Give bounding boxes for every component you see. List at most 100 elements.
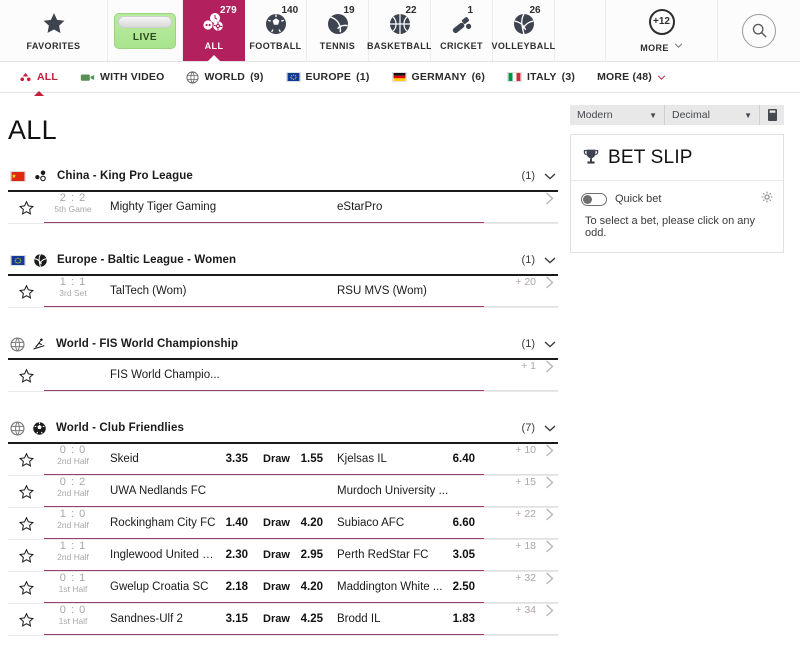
open-match-chevron[interactable] xyxy=(540,604,558,635)
extra-markets-count[interactable]: + 15 xyxy=(484,476,540,507)
open-match-chevron[interactable] xyxy=(540,192,558,223)
chevron-down-icon[interactable] xyxy=(544,172,556,180)
away-odd-cell[interactable]: Maddington White ... 2.50 xyxy=(329,572,484,603)
live-button[interactable]: LIVE xyxy=(114,12,176,49)
favorite-star-icon[interactable] xyxy=(18,548,35,564)
open-match-chevron[interactable] xyxy=(540,508,558,539)
draw-odd-cell[interactable]: Draw 4.20 xyxy=(257,508,329,539)
nav-item-favorites[interactable]: FAVORITES xyxy=(0,0,108,61)
favorite-toggle[interactable] xyxy=(8,548,44,564)
away-odd-cell[interactable]: Murdoch University ... xyxy=(329,476,484,507)
league-header[interactable]: Europe - Baltic League - Women (1) xyxy=(8,246,558,276)
match-row[interactable]: 0 : 2 2nd Half UWA Nedlands FC Murdoch Univ… xyxy=(8,476,558,508)
nav-item-more[interactable]: +12 MORE xyxy=(606,0,718,61)
draw-odd-cell[interactable]: Draw 1.55 xyxy=(257,444,329,475)
match-row[interactable]: 2 : 2 5th Game Mighty Tiger Gaming eStarPro xyxy=(8,192,558,224)
extra-markets-count[interactable]: + 1 xyxy=(484,360,540,391)
home-odd-cell[interactable]: UWA Nedlands FC xyxy=(102,476,257,507)
away-odd-cell[interactable]: Perth RedStar FC 3.05 xyxy=(329,540,484,571)
nav-item-basketball[interactable]: 22 BASKETBALL xyxy=(367,0,432,61)
open-match-chevron[interactable] xyxy=(540,540,558,571)
filter-item-with-video[interactable]: WITH VIDEO xyxy=(69,62,175,92)
extra-markets-count[interactable]: + 20 xyxy=(484,276,540,307)
favorite-star-icon[interactable] xyxy=(18,612,35,628)
match-row[interactable]: 0 : 1 1st Half Gwelup Croatia SC 2.18 Draw 4.… xyxy=(8,572,558,604)
open-match-chevron[interactable] xyxy=(540,276,558,307)
draw-odd-cell[interactable] xyxy=(257,192,329,223)
filter-item-world[interactable]: WORLD (9) xyxy=(175,62,274,92)
away-odd-cell[interactable] xyxy=(329,360,484,391)
draw-odd-cell[interactable]: Draw 4.20 xyxy=(257,572,329,603)
chevron-right-icon[interactable] xyxy=(545,604,554,617)
league-header[interactable]: World - Club Friendlies (7) xyxy=(8,414,558,444)
home-odd-cell[interactable]: TalTech (Wom) xyxy=(102,276,257,307)
chevron-down-icon[interactable] xyxy=(544,340,556,348)
nav-item-volleyball[interactable]: 26 VOLLEYBALL xyxy=(492,0,555,61)
chevron-right-icon[interactable] xyxy=(545,444,554,457)
filter-item-germany[interactable]: GERMANY (6) xyxy=(381,62,497,92)
draw-odd-cell[interactable] xyxy=(257,476,329,507)
nav-item-football[interactable]: 140 FOOTBALL xyxy=(245,0,307,61)
away-odd-cell[interactable]: Subiaco AFC 6.60 xyxy=(329,508,484,539)
open-match-chevron[interactable] xyxy=(540,444,558,475)
extra-markets-count[interactable]: + 10 xyxy=(484,444,540,475)
open-match-chevron[interactable] xyxy=(540,572,558,603)
match-row[interactable]: 1 : 1 3rd Set TalTech (Wom) RSU MVS (Wom) + … xyxy=(8,276,558,308)
match-row[interactable]: 0 : 0 2nd Half Skeid 3.35 Draw 1.55 Kjelsas IL… xyxy=(8,444,558,476)
match-row[interactable]: 1 : 0 2nd Half Rockingham City FC 1.40 Draw 4… xyxy=(8,508,558,540)
draw-odd-cell[interactable] xyxy=(257,276,329,307)
open-match-chevron[interactable] xyxy=(540,360,558,391)
chevron-down-icon[interactable] xyxy=(544,424,556,432)
league-header[interactable]: China - King Pro League (1) xyxy=(8,162,558,192)
filter-item-more[interactable]: MORE (48) xyxy=(586,62,677,92)
chevron-right-icon[interactable] xyxy=(545,540,554,553)
match-row[interactable]: 1 : 1 2nd Half Inglewood United SC 2.30 Draw… xyxy=(8,540,558,572)
home-odd-cell[interactable]: Inglewood United SC 2.30 xyxy=(102,540,257,571)
favorite-toggle[interactable] xyxy=(8,612,44,628)
quick-bet-toggle[interactable] xyxy=(581,192,607,206)
away-odd-cell[interactable]: Brodd IL 1.83 xyxy=(329,604,484,635)
favorite-star-icon[interactable] xyxy=(18,452,35,468)
favorite-toggle[interactable] xyxy=(8,484,44,500)
chevron-right-icon[interactable] xyxy=(545,276,554,289)
extra-markets-count[interactable]: + 22 xyxy=(484,508,540,539)
nav-item-all[interactable]: 279 ALL xyxy=(183,0,245,62)
away-odd-cell[interactable]: Kjelsas IL 6.40 xyxy=(329,444,484,475)
chevron-right-icon[interactable] xyxy=(545,476,554,489)
gear-icon[interactable] xyxy=(761,190,773,208)
favorite-toggle[interactable] xyxy=(8,516,44,532)
favorite-toggle[interactable] xyxy=(8,580,44,596)
odds-format-select[interactable]: Decimal ▼ xyxy=(665,105,760,125)
favorite-toggle[interactable] xyxy=(8,368,44,384)
filter-item-all[interactable]: ALL xyxy=(8,62,69,96)
chevron-right-icon[interactable] xyxy=(545,508,554,521)
filter-item-italy[interactable]: ITALY (3) xyxy=(496,62,586,92)
draw-odd-cell[interactable]: Draw 4.25 xyxy=(257,604,329,635)
home-odd-cell[interactable]: FIS World Champio... xyxy=(102,360,257,391)
favorite-toggle[interactable] xyxy=(8,452,44,468)
filter-item-europe[interactable]: EUROPE (1) xyxy=(275,62,381,92)
favorite-toggle[interactable] xyxy=(8,200,44,216)
league-header[interactable]: World - FIS World Championship (1) xyxy=(8,330,558,360)
nav-item-search[interactable] xyxy=(718,0,800,61)
draw-odd-cell[interactable] xyxy=(257,360,329,391)
match-row[interactable]: 0 : 0 1st Half Sandnes-Ulf 2 3.15 Draw 4.25 Br… xyxy=(8,604,558,636)
favorite-star-icon[interactable] xyxy=(18,368,35,384)
nav-item-live[interactable]: LIVE xyxy=(108,0,183,61)
favorite-star-icon[interactable] xyxy=(18,200,35,216)
nav-item-tennis[interactable]: 19 TENNIS xyxy=(307,0,369,61)
chevron-right-icon[interactable] xyxy=(545,192,554,205)
view-mode-select[interactable]: Modern ▼ xyxy=(570,105,665,125)
away-odd-cell[interactable]: RSU MVS (Wom) xyxy=(329,276,484,307)
favorite-star-icon[interactable] xyxy=(18,484,35,500)
print-icon[interactable] xyxy=(760,109,784,121)
favorite-toggle[interactable] xyxy=(8,284,44,300)
chevron-right-icon[interactable] xyxy=(545,572,554,585)
chevron-right-icon[interactable] xyxy=(545,360,554,373)
home-odd-cell[interactable]: Skeid 3.35 xyxy=(102,444,257,475)
nav-item-cricket[interactable]: 1 CRICKET xyxy=(431,0,493,61)
home-odd-cell[interactable]: Rockingham City FC 1.40 xyxy=(102,508,257,539)
favorite-star-icon[interactable] xyxy=(18,580,35,596)
home-odd-cell[interactable]: Mighty Tiger Gaming xyxy=(102,192,257,223)
extra-markets-count[interactable] xyxy=(484,192,540,223)
